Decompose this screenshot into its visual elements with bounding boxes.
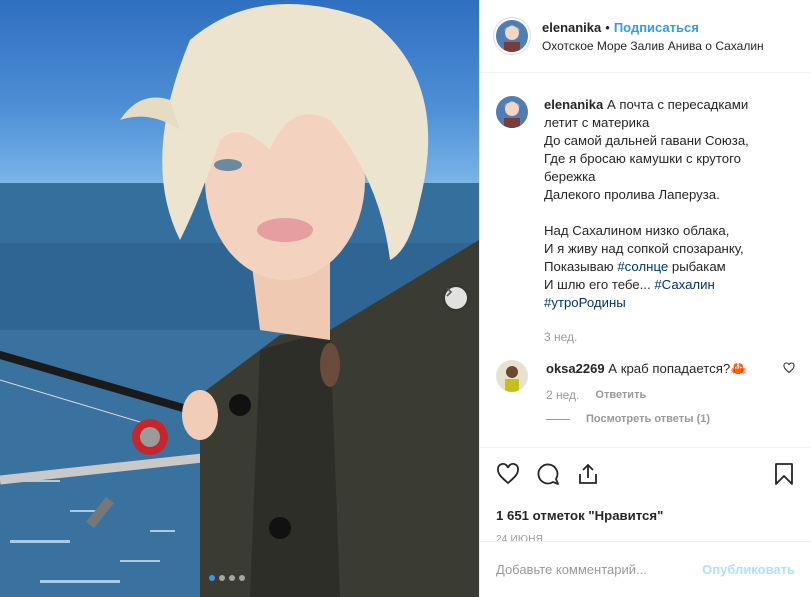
caption-username[interactable]: elenanika	[544, 97, 603, 112]
comment-item: oksa2269 А краб попадается?🦀 2 нед. Отве…	[496, 360, 795, 402]
hashtag-link[interactable]: #Сахалин	[654, 277, 714, 292]
caption-line: И шлю его тебе...	[544, 277, 651, 292]
caption-line: бережка	[544, 169, 596, 184]
caption-line: Над Сахалином низко облака,	[544, 223, 730, 238]
avatar-image	[496, 360, 528, 392]
author-avatar[interactable]	[496, 20, 528, 52]
caption-line: летит с материка	[544, 115, 650, 130]
view-replies-label: Посмотреть ответы (1)	[586, 413, 711, 425]
caption-line: Показываю	[544, 259, 614, 274]
photo-illustration	[0, 4, 479, 597]
view-replies-button[interactable]: Посмотреть ответы (1)	[546, 413, 795, 425]
author-username[interactable]: elenanika	[542, 20, 601, 35]
caption-line: А почта с пересадками	[606, 97, 749, 112]
reply-button[interactable]: Ответить	[595, 389, 646, 401]
caption-line: рыбакам	[671, 259, 726, 274]
separator-dot: •	[605, 19, 610, 35]
avatar-image	[496, 96, 528, 128]
share-icon	[579, 463, 597, 484]
comments-section: elenanika А почта с пересадками летит с …	[480, 73, 811, 447]
post-photo[interactable]	[0, 0, 479, 597]
avatar-image	[496, 20, 528, 52]
caption: elenanika А почта с пересадками летит с …	[496, 96, 795, 346]
comment-text: А краб попадается?🦀	[608, 361, 747, 376]
save-button[interactable]	[773, 462, 795, 486]
add-comment-bar: Опубликовать	[480, 541, 811, 597]
carousel-indicator	[209, 575, 245, 581]
post-sidebar: elenanika • Подписаться Охотское Море Зали…	[479, 0, 811, 597]
comment-input[interactable]	[496, 562, 703, 577]
carousel-dot	[209, 575, 215, 581]
comment-timestamp[interactable]: 2 нед.	[546, 388, 579, 402]
caption-avatar[interactable]	[496, 96, 528, 128]
caption-line: Где я бросаю камушки с крутого	[544, 151, 741, 166]
publish-button[interactable]: Опубликовать	[702, 562, 795, 577]
heart-icon	[783, 362, 795, 374]
like-button[interactable]	[496, 462, 520, 486]
commenter-avatar[interactable]	[496, 360, 528, 392]
post-actions: 1 651 отметок "Нравится" 24 ИЮНЯ	[480, 447, 811, 545]
carousel-dot	[219, 575, 225, 581]
caption-line: До самой дальней гавани Союза,	[544, 133, 749, 148]
heart-icon	[497, 463, 519, 485]
replies-divider	[546, 418, 570, 420]
carousel-next-button[interactable]	[445, 287, 467, 309]
share-button[interactable]	[576, 462, 600, 486]
carousel-dot	[229, 575, 235, 581]
likes-count[interactable]: 1 651 отметок "Нравится"	[496, 508, 795, 523]
caption-timestamp[interactable]: 3 нед.	[544, 328, 794, 346]
carousel-dot	[239, 575, 245, 581]
post-header: elenanika • Подписаться Охотское Море Зали…	[480, 0, 811, 73]
post-location[interactable]: Охотское Море Залив Анива о Сахалин	[542, 37, 764, 55]
comment-icon	[537, 463, 559, 485]
follow-button[interactable]: Подписаться	[614, 20, 699, 35]
hashtag-link[interactable]: #утроРодины	[544, 295, 626, 310]
hashtag-link[interactable]: #солнце	[617, 259, 668, 274]
caption-line: Далекого пролива Лаперуза.	[544, 187, 720, 202]
like-comment-button[interactable]	[783, 361, 795, 377]
comment-button[interactable]	[536, 462, 560, 486]
bookmark-icon	[775, 463, 793, 485]
commenter-username[interactable]: oksa2269	[546, 361, 605, 376]
caption-line: И я живу над сопкой спозаранку,	[544, 241, 744, 256]
chevron-right-icon	[446, 287, 453, 297]
